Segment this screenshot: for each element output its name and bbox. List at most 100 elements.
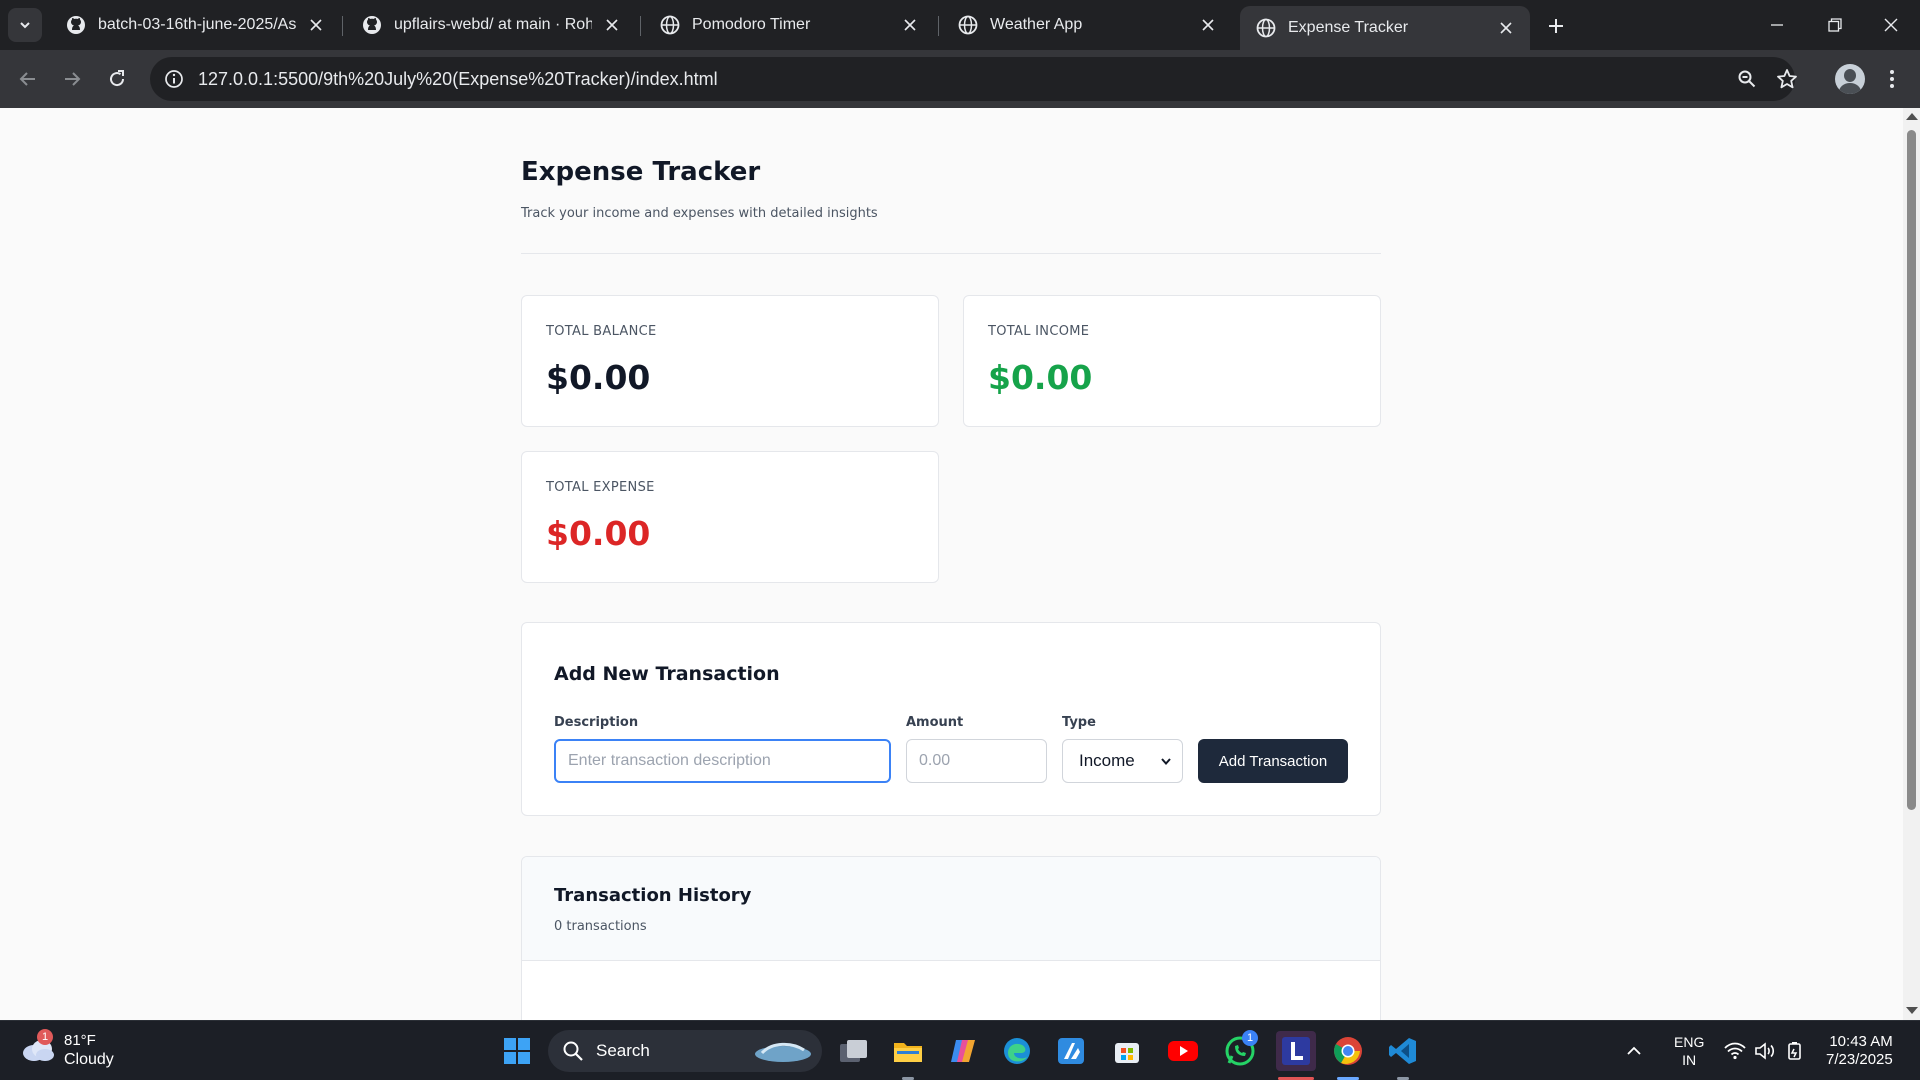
close-icon[interactable]	[1496, 18, 1516, 38]
volume-icon[interactable]	[1752, 1033, 1778, 1069]
azure-data-studio-button[interactable]	[1053, 1033, 1089, 1069]
chevron-down-icon	[1161, 758, 1171, 766]
language-indicator[interactable]: ENG IN	[1674, 1033, 1704, 1069]
reload-icon	[110, 70, 125, 87]
close-icon[interactable]	[900, 15, 920, 35]
tab-title: Expense Tracker	[1288, 19, 1409, 36]
transaction-count: 0 transactions	[554, 919, 647, 934]
card-label: TOTAL EXPENSE	[546, 480, 655, 495]
address-bar[interactable]: 127.0.0.1:5500/9th%20July%20(Expense%20T…	[150, 57, 1797, 101]
tab-expense-tracker[interactable]: Expense Tracker	[1240, 6, 1530, 50]
type-select[interactable]: Income	[1062, 739, 1183, 783]
clock-date: 7/23/2025	[1826, 1051, 1893, 1068]
total-income-card: TOTAL INCOME $0.00	[963, 295, 1381, 427]
reload-button[interactable]	[101, 63, 133, 95]
description-input[interactable]	[554, 739, 891, 783]
tab-title: Pomodoro Timer	[692, 16, 811, 33]
globe-icon	[660, 15, 680, 35]
browser-menu-button[interactable]	[1876, 63, 1908, 95]
letter-l-icon	[1282, 1037, 1310, 1065]
total-balance-value: $0.00	[546, 358, 651, 397]
minimize-button[interactable]	[1748, 0, 1806, 50]
close-icon[interactable]	[306, 15, 326, 35]
browser-toolbar: 127.0.0.1:5500/9th%20July%20(Expense%20T…	[0, 50, 1920, 108]
add-transaction-button[interactable]: Add Transaction	[1198, 739, 1348, 783]
task-view-icon	[840, 1040, 867, 1062]
forward-button[interactable]	[56, 63, 88, 95]
tab-batch-03[interactable]: batch-03-16th-june-2025/Assig	[50, 6, 340, 44]
tab-title: batch-03-16th-june-2025/Assig	[98, 16, 296, 33]
form-title: Add New Transaction	[554, 663, 780, 685]
scroll-up-arrow[interactable]	[1906, 113, 1918, 120]
taskbar-search[interactable]: Search	[548, 1030, 822, 1072]
tab-strip: batch-03-16th-june-2025/Assig upflairs-w…	[0, 0, 1920, 50]
battery-icon[interactable]	[1782, 1033, 1808, 1069]
description-label: Description	[554, 715, 639, 730]
amount-input[interactable]	[906, 739, 1047, 783]
chrome-icon	[1334, 1037, 1362, 1065]
wifi-icon[interactable]	[1722, 1033, 1748, 1069]
weather-condition: Cloudy	[64, 1051, 114, 1068]
windows-taskbar: 1 81°F Cloudy Search 1 ENG IN 10:43 AM 7…	[0, 1020, 1920, 1080]
azure-icon	[1058, 1038, 1084, 1064]
close-window-button[interactable]	[1862, 0, 1920, 50]
history-title: Transaction History	[554, 885, 752, 906]
history-header: Transaction History 0 transactions	[522, 857, 1380, 961]
weather-temperature: 81°F	[64, 1032, 96, 1049]
github-icon	[363, 16, 381, 34]
back-button[interactable]	[12, 63, 44, 95]
zoom-icon[interactable]	[1735, 67, 1759, 91]
whatsapp-badge: 1	[1242, 1030, 1258, 1046]
tab-weather-app[interactable]: Weather App	[942, 6, 1232, 44]
whatsapp-button[interactable]: 1	[1222, 1030, 1258, 1069]
clock-time: 10:43 AM	[1829, 1033, 1893, 1050]
tab-search-button[interactable]	[8, 8, 42, 42]
tab-upflairs-webd[interactable]: upflairs-webd/ at main · RohitS	[346, 6, 636, 44]
amount-label: Amount	[906, 715, 964, 730]
page-title: Expense Tracker	[521, 157, 761, 187]
search-label: Search	[596, 1041, 650, 1060]
bookmark-star-icon[interactable]	[1775, 67, 1799, 91]
start-button[interactable]	[499, 1033, 535, 1069]
total-income-value: $0.00	[988, 358, 1093, 397]
file-explorer-button[interactable]	[890, 1033, 926, 1069]
profile-avatar[interactable]	[1835, 64, 1865, 94]
more-vertical-icon	[1890, 70, 1894, 88]
store-icon	[1115, 1043, 1139, 1063]
close-icon[interactable]	[1198, 15, 1218, 35]
launcher-app-button[interactable]	[1276, 1031, 1316, 1071]
tray-overflow-button[interactable]	[1622, 1033, 1646, 1069]
youtube-button[interactable]	[1165, 1033, 1201, 1069]
tab-pomodoro-timer[interactable]: Pomodoro Timer	[644, 6, 934, 44]
search-highlight-icon	[755, 1042, 811, 1062]
edge-icon	[1004, 1038, 1030, 1064]
card-label: TOTAL INCOME	[988, 324, 1090, 339]
microsoft-store-button[interactable]	[1109, 1033, 1145, 1069]
restore-button[interactable]	[1806, 0, 1864, 50]
scroll-thumb[interactable]	[1907, 130, 1916, 810]
page-scrollbar[interactable]	[1903, 108, 1920, 1020]
github-icon	[67, 16, 85, 34]
vscode-button[interactable]	[1385, 1033, 1421, 1069]
edge-button[interactable]	[999, 1033, 1035, 1069]
info-icon[interactable]	[164, 69, 184, 89]
scroll-down-arrow[interactable]	[1906, 1007, 1918, 1014]
chrome-button[interactable]	[1330, 1033, 1366, 1069]
tab-separator	[938, 16, 939, 36]
copilot-button[interactable]	[945, 1033, 981, 1069]
tab-title: upflairs-webd/ at main · RohitS	[394, 16, 592, 33]
new-tab-button[interactable]	[1542, 12, 1570, 40]
minimize-icon	[1771, 24, 1783, 26]
header-divider	[521, 253, 1381, 254]
url-text[interactable]: 127.0.0.1:5500/9th%20July%20(Expense%20T…	[198, 69, 718, 90]
weather-widget[interactable]: 1 81°F Cloudy	[20, 1029, 114, 1069]
clock[interactable]: 10:43 AM 7/23/2025	[1826, 1033, 1893, 1069]
globe-icon	[1256, 18, 1276, 38]
task-view-button[interactable]	[836, 1033, 872, 1069]
type-label: Type	[1062, 715, 1096, 730]
close-icon[interactable]	[602, 15, 622, 35]
chevron-up-icon	[1627, 1046, 1641, 1055]
region-code: IN	[1682, 1052, 1697, 1068]
arrow-left-icon	[19, 72, 35, 86]
plus-icon	[1549, 19, 1563, 33]
